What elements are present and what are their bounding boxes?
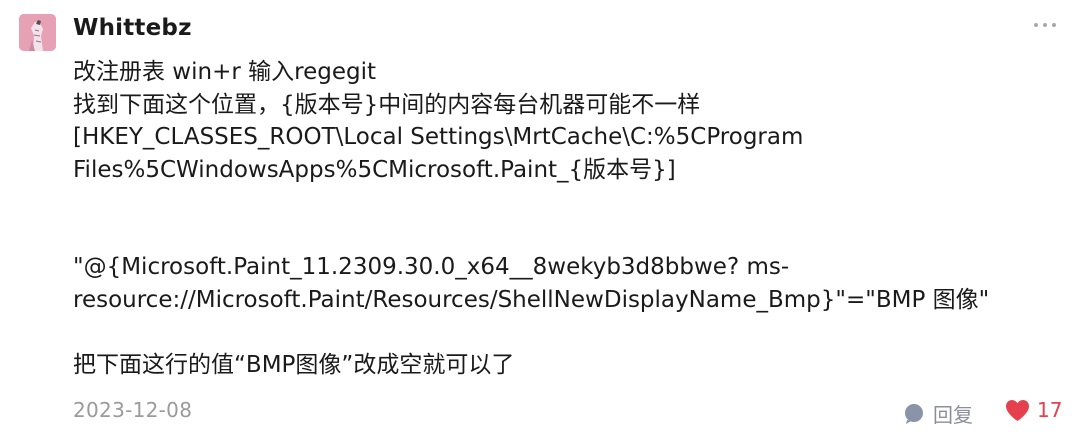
comment-card: Whittebz 改注册表 win+r 输入regegit 找到下面这个位置，{… [0, 0, 1080, 440]
dot [1052, 23, 1056, 27]
dot [1043, 23, 1047, 27]
reply-label: 回复 [933, 403, 973, 427]
avatar-image [19, 14, 56, 51]
comment-text-line: 把下面这行的值“BMP图像”改成空就可以了 [73, 351, 515, 378]
like-count: 17 [1037, 398, 1063, 422]
heart-icon [1005, 399, 1030, 422]
reply-button[interactable]: 回复 [903, 399, 973, 428]
comment-text-line: 改注册表 win+r 输入regegit [73, 59, 376, 85]
comment-body: 改注册表 win+r 输入regegit 找到下面这个位置，{版本号}中间的内容… [73, 56, 1063, 381]
comment-text-line: resource://Microsoft.Paint/Resources/She… [73, 286, 990, 313]
like-button[interactable]: 17 [1005, 398, 1062, 422]
comment-footer: 2023-12-08 回复 17 [73, 398, 1063, 428]
comment-text-line: 找到下面这个位置，{版本号}中间的内容每台机器可能不一样 [73, 91, 701, 118]
comment-text-line: Files%5CWindowsApps%5CMicrosoft.Paint_{版… [73, 156, 676, 183]
username[interactable]: Whittebz [73, 15, 192, 41]
more-dots-icon[interactable] [1034, 14, 1056, 36]
dot [1034, 23, 1038, 27]
comment-date: 2023-12-08 [73, 398, 193, 422]
comment-bubble-icon [903, 403, 925, 425]
avatar[interactable] [19, 14, 56, 51]
comment-text-line: [HKEY_CLASSES_ROOT\Local Settings\MrtCac… [73, 124, 804, 150]
comment-text-line: "@{Microsoft.Paint_11.2309.30.0_x64__8we… [73, 254, 790, 280]
